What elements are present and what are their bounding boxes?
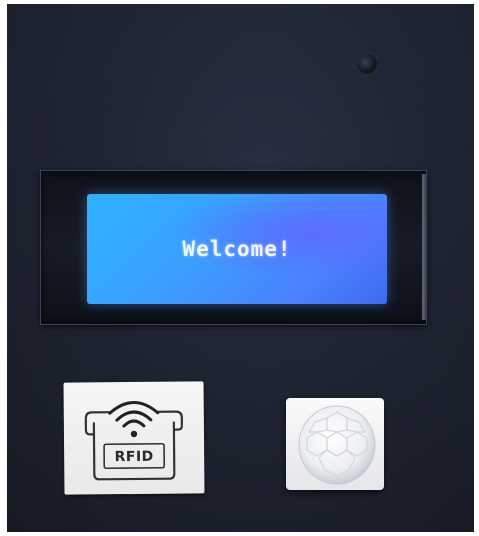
wireless-signal-icon bbox=[84, 401, 183, 481]
lcd-bezel-edge bbox=[422, 174, 426, 320]
screw-hole bbox=[357, 54, 377, 74]
lcd-message: Welcome! bbox=[182, 237, 292, 261]
photo-scene: Welcome! RFID bbox=[0, 0, 479, 536]
pir-sensor-dome bbox=[298, 405, 376, 485]
lcd-screen: Welcome! bbox=[87, 194, 387, 304]
rfid-reader-sticker: RFID bbox=[63, 381, 205, 495]
rfid-label: RFID bbox=[114, 448, 154, 466]
